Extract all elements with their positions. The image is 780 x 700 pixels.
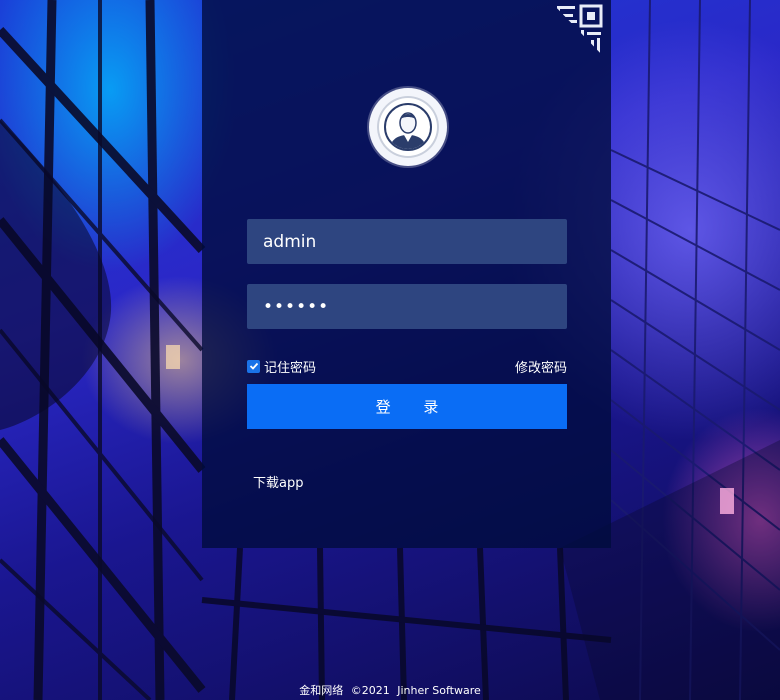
download-app-link[interactable]: 下载app [253,472,303,491]
remember-password[interactable]: 记住密码 [247,357,317,376]
user-avatar-icon [377,96,439,158]
qr-code-corner-icon[interactable] [553,4,605,58]
remember-password-label: 记住密码 [264,360,317,376]
footer-company: 金和网络 [299,684,344,697]
remember-password-checkbox[interactable] [247,359,260,373]
footer: 金和网络 ©2021 Jinher Software [0,682,780,698]
password-input[interactable] [247,284,567,329]
login-panel: 记住密码 修改密码 登 录 下载app [202,0,611,548]
login-button[interactable]: 登 录 [247,384,567,429]
footer-software: Jinher Software [397,684,481,697]
footer-copyright: ©2021 [350,684,390,697]
username-input[interactable] [247,219,567,264]
avatar [369,88,447,166]
modify-password-link[interactable]: 修改密码 [515,357,567,376]
checkmark-icon [249,362,258,370]
